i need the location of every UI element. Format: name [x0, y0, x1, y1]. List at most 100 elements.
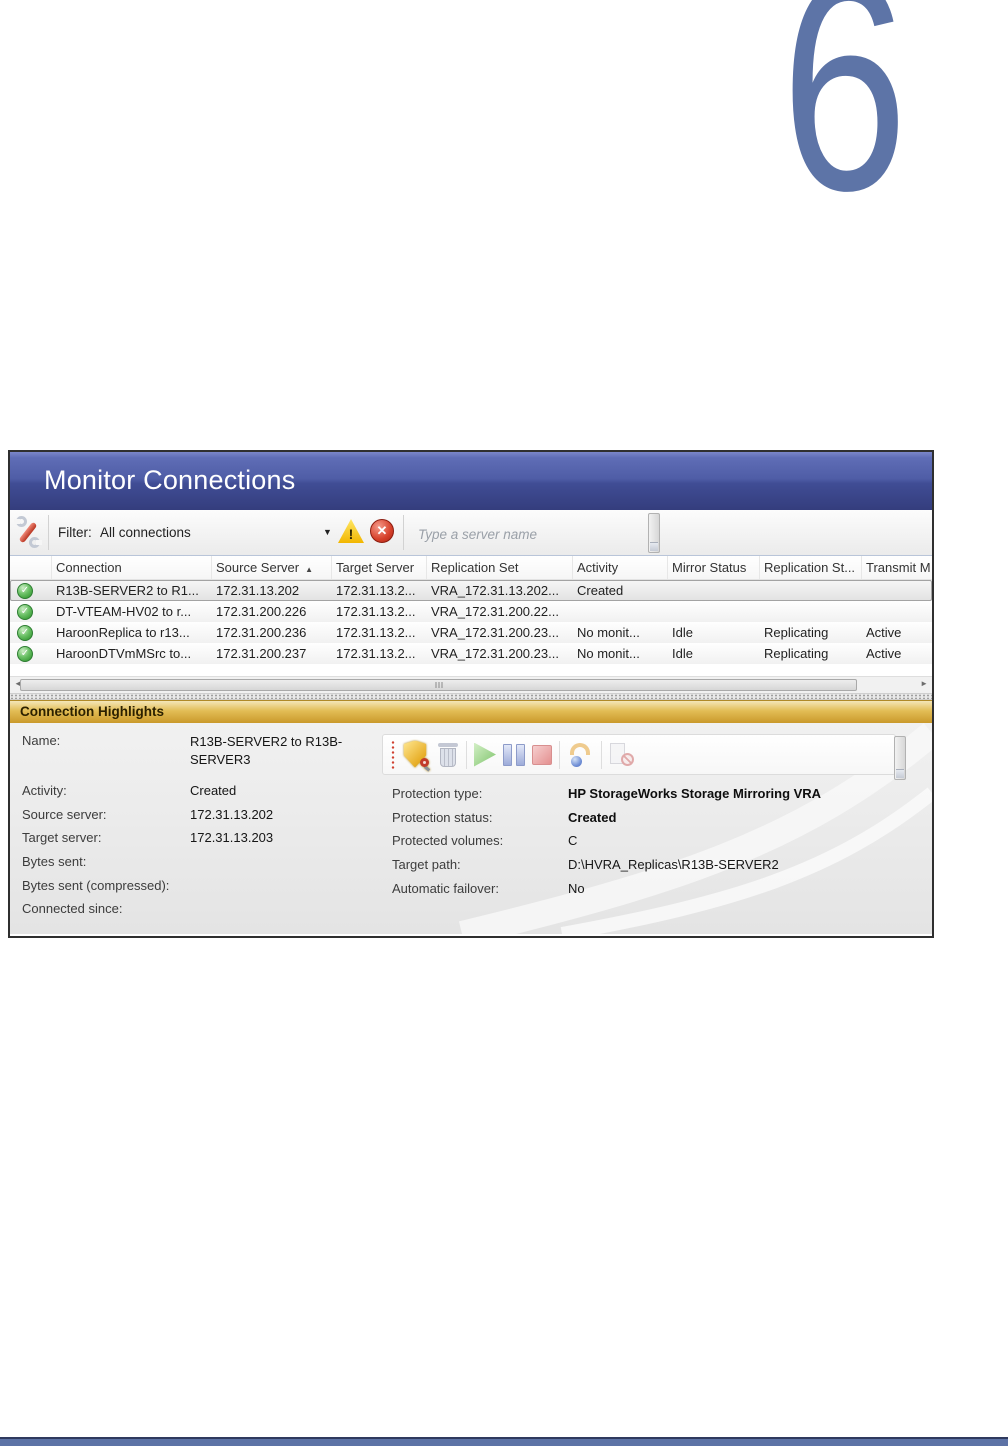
cell-replication-set: VRA_172.31.200.23...: [431, 646, 559, 661]
column-header-status[interactable]: [10, 556, 52, 579]
stop-icon[interactable]: [532, 744, 552, 765]
protection-shield-icon[interactable]: [402, 740, 431, 772]
status-ok-icon: ✓: [17, 645, 33, 662]
table-header-row: Connection Source Server ▲ Target Server …: [10, 556, 932, 580]
field-source-server: Source server: 172.31.13.202: [22, 807, 380, 831]
clear-error-icon[interactable]: ✕: [370, 519, 394, 543]
horizontal-scrollbar[interactable]: ◄ ►: [10, 676, 932, 693]
cell-connection: HaroonReplica to r13...: [56, 625, 190, 640]
table-row[interactable]: ✓ HaroonDTVmMSrc to... 172.31.200.237 17…: [10, 643, 932, 664]
failover-icon[interactable]: [567, 741, 594, 768]
field-value: C: [568, 833, 578, 849]
field-value: HP StorageWorks Storage Mirroring VRA: [568, 786, 822, 801]
field-value: 172.31.13.203: [190, 830, 274, 846]
disconnect-icon[interactable]: [609, 741, 634, 768]
chapter-number: 6: [781, 0, 908, 253]
toolbar-separator: [559, 740, 560, 769]
column-header-activity[interactable]: Activity: [573, 556, 668, 579]
highlights-right-fields: Protection type: HP StorageWorks Storage…: [392, 786, 912, 904]
field-value: 172.31.13.202: [190, 806, 274, 822]
column-header-replication-status[interactable]: Replication St...: [760, 556, 862, 579]
cell-replication-status: Replicating: [764, 625, 829, 640]
cell-activity: [573, 601, 668, 622]
scroll-right-icon[interactable]: ►: [920, 679, 928, 688]
column-header-replication-set[interactable]: Replication Set: [427, 556, 573, 579]
field-value: Created: [568, 809, 617, 825]
chevron-down-icon[interactable]: ▼: [323, 527, 332, 537]
cell-target-server: 172.31.13.2...: [336, 646, 416, 661]
row-status-cell: ✓: [10, 580, 52, 601]
cell-replication-set: VRA_172.31.200.23...: [431, 625, 559, 640]
toolbar-separator: [466, 740, 467, 769]
connection-highlights-header: Connection Highlights: [10, 700, 932, 723]
field-label: Activity:: [22, 783, 67, 798]
field-label: Target server:: [22, 830, 102, 846]
field-value: No: [568, 880, 585, 896]
pause-icon[interactable]: [503, 743, 525, 766]
column-header-transmit-mode[interactable]: Transmit M: [862, 556, 932, 579]
cell-source-server: 172.31.13.202: [216, 583, 300, 598]
field-label: Name:: [22, 733, 61, 748]
window-titlebar: Monitor Connections: [10, 452, 932, 510]
page-title: Monitor Connections: [44, 465, 296, 495]
cell-source-server: 172.31.200.226: [216, 604, 307, 619]
row-status-cell: ✓: [10, 643, 52, 664]
column-header-mirror-status[interactable]: Mirror Status: [668, 556, 760, 579]
delete-icon[interactable]: [437, 741, 459, 768]
highlights-left-fields: Name: R13B-SERVER2 to R13B-SERVER3 Activ…: [22, 733, 380, 925]
cell-source-server: 172.31.200.236: [216, 625, 307, 640]
filter-label: Filter:: [58, 525, 92, 540]
field-label: Bytes sent:: [22, 854, 87, 870]
field-protection-status: Protection status: Created: [392, 810, 912, 834]
start-icon[interactable]: [474, 742, 496, 767]
status-ok-icon: ✓: [17, 603, 33, 620]
field-label: Protection status:: [392, 809, 493, 825]
cell-connection: HaroonDTVmMSrc to...: [56, 646, 192, 661]
panel-splitter[interactable]: [10, 693, 932, 700]
field-label: Automatic failover:: [392, 880, 499, 896]
field-bytes-sent: Bytes sent:: [22, 854, 380, 878]
warning-icon[interactable]: !: [338, 519, 364, 543]
toolbar-drag-handle[interactable]: [391, 739, 395, 770]
row-status-cell: ✓: [10, 601, 52, 622]
column-header-source-server[interactable]: Source Server ▲: [212, 556, 332, 579]
table-row[interactable]: ✓ HaroonReplica to r13... 172.31.200.236…: [10, 622, 932, 643]
filter-dropdown-value[interactable]: All connections: [100, 525, 191, 540]
status-ok-icon: ✓: [17, 624, 33, 641]
cell-replication-status: [760, 601, 862, 622]
field-connected-since: Connected since:: [22, 901, 380, 925]
cell-mirror-status: [668, 601, 760, 622]
search-scrollbar[interactable]: [648, 513, 660, 553]
toolbar-separator: [403, 515, 404, 550]
cell-activity: No monit...: [577, 625, 640, 640]
field-label: Bytes sent (compressed):: [22, 877, 170, 893]
scrollbar-thumb[interactable]: [20, 679, 857, 691]
wrench-icon[interactable]: [14, 516, 42, 548]
cell-activity: No monit...: [577, 646, 640, 661]
table-row[interactable]: ✓ R13B-SERVER2 to R1... 172.31.13.202 17…: [10, 580, 932, 601]
search-input[interactable]: [410, 517, 655, 551]
cell-transmit-mode: Active: [866, 646, 902, 661]
table-row[interactable]: ✓ DT-VTEAM-HV02 to r... 172.31.200.226 1…: [10, 601, 932, 622]
connection-actions-toolbar: [382, 734, 896, 775]
field-bytes-sent-compressed: Bytes sent (compressed):: [22, 878, 380, 902]
field-value: R13B-SERVER2 to R13B-SERVER3: [190, 734, 343, 767]
cell-target-server: 172.31.13.2...: [336, 583, 416, 598]
field-value: Created: [190, 783, 237, 798]
cell-transmit-mode: Active: [866, 625, 902, 640]
cell-replication-status: [760, 580, 862, 601]
field-label: Protected volumes:: [392, 833, 504, 849]
column-header-target-server[interactable]: Target Server: [332, 556, 427, 579]
field-protection-type: Protection type: HP StorageWorks Storage…: [392, 786, 912, 810]
cell-activity: Created: [577, 583, 624, 598]
field-label: Target path:: [392, 857, 461, 873]
page-footer-rule: [0, 1437, 1008, 1446]
field-automatic-failover: Automatic failover: No: [392, 881, 912, 905]
toolbar-separator: [601, 740, 602, 769]
toolbar-scrollbar[interactable]: [894, 736, 906, 780]
field-name: Name: R13B-SERVER2 to R13B-SERVER3: [22, 733, 380, 783]
column-header-connection[interactable]: Connection: [52, 556, 212, 579]
cell-target-server: 172.31.13.2...: [336, 604, 416, 619]
connection-highlights-panel: Name: R13B-SERVER2 to R13B-SERVER3 Activ…: [10, 723, 932, 934]
field-protected-volumes: Protected volumes: C: [392, 833, 912, 857]
